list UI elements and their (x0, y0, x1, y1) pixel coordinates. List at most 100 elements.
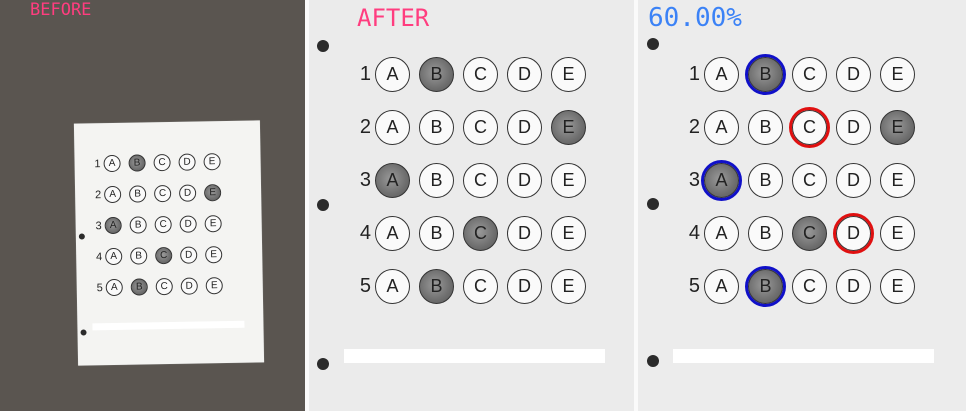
redacted-footer (344, 349, 605, 363)
bubble-a: A (704, 57, 739, 92)
question-row: 4ABCDE (353, 216, 586, 251)
bubble-b: B (419, 163, 454, 198)
bubble-c: C (792, 216, 827, 251)
bubble-b: B (748, 216, 783, 251)
bubble-c: C (463, 216, 498, 251)
question-number: 5 (688, 275, 700, 297)
bubble-b: B (129, 216, 147, 234)
question-number: 1 (94, 157, 101, 170)
bubble-d: D (180, 277, 198, 295)
bubble-e: E (205, 277, 223, 295)
punch-hole (317, 40, 329, 52)
question-number: 1 (359, 63, 371, 85)
bubble-a: A (704, 269, 739, 304)
bubble-d: D (178, 153, 196, 171)
bubble-e: E (880, 163, 915, 198)
after-label: AFTER (357, 4, 430, 32)
bubble-c: C (155, 277, 173, 296)
bubble-e: E (203, 153, 221, 171)
question-number: 4 (688, 222, 700, 244)
bubble-d: D (836, 269, 871, 304)
question-row: 1ABCDE (682, 54, 915, 95)
bubble-c: C (463, 57, 498, 92)
bubble-e: E (551, 269, 586, 304)
bubble-c: C (153, 184, 172, 203)
score-label: 60.00% (648, 3, 742, 33)
question-row: 5ABCDE (91, 277, 223, 297)
question-row: 3ABCDE (90, 215, 222, 235)
bubble-e: E (880, 216, 915, 251)
bubble-b: B (748, 110, 783, 145)
question-row: 2ABCDE (682, 107, 915, 148)
punch-hole (317, 199, 329, 211)
bubble-b: B (128, 185, 147, 203)
missed-answer-mark (833, 213, 874, 254)
bubble-c: C (792, 57, 827, 92)
bubble-a: A (375, 57, 410, 92)
bubble-d: D (507, 216, 542, 251)
punch-hole (647, 198, 659, 210)
bubble-b: B (130, 247, 148, 265)
redacted-footer (92, 320, 245, 331)
question-row: 5ABCDE (682, 266, 915, 307)
after-panel: AFTER 1ABCDE2ABCDE3ABCDE4ABCDE5ABCDE (309, 0, 634, 411)
punch-hole (647, 38, 659, 50)
question-number: 3 (688, 169, 700, 191)
question-number: 2 (688, 116, 700, 138)
question-number: 3 (95, 219, 102, 232)
bubble-e: E (205, 246, 223, 264)
bubble-d: D (507, 110, 542, 145)
bubble-b: B (419, 269, 454, 304)
bubble-a: A (375, 110, 410, 145)
bubble-c: C (154, 215, 172, 234)
bubble-c: C (792, 163, 827, 198)
bubble-e: E (204, 215, 222, 233)
bubble-e: E (551, 57, 586, 92)
bubble-e: E (880, 110, 915, 145)
original-answer-sheet-photo: 1ABCDE2ABCDE3ABCDE4ABCDE5ABCDE (73, 120, 265, 366)
question-row: 1ABCDE (353, 57, 586, 92)
bubble-c: C (463, 163, 498, 198)
question-row: 4ABCDE (682, 213, 915, 254)
bubble-e: E (880, 269, 915, 304)
before-label: BEFORE (30, 0, 92, 20)
redacted-footer (673, 349, 934, 363)
bubble-b: B (419, 57, 454, 92)
bubble-b: B (130, 278, 148, 296)
bubble-e: E (551, 216, 586, 251)
bubble-a: A (704, 110, 739, 145)
bubble-d: D (836, 110, 871, 145)
bubble-d: D (179, 215, 197, 233)
bubble-b: B (419, 216, 454, 251)
omr-comparison-view: BEFORE 1ABCDE2ABCDE3ABCDE4ABCDE5ABCDE AF… (0, 0, 966, 411)
bubble-d: D (180, 246, 198, 264)
bubble-d: D (507, 269, 542, 304)
before-panel: BEFORE 1ABCDE2ABCDE3ABCDE4ABCDE5ABCDE (0, 0, 305, 411)
question-row: 5ABCDE (353, 269, 586, 304)
question-row: 1ABCDE (88, 153, 221, 173)
question-number: 5 (96, 281, 103, 294)
bubble-e: E (551, 163, 586, 198)
bubble-e: E (203, 184, 222, 202)
correct-answer-mark (745, 54, 786, 95)
bubble-b: B (748, 163, 783, 198)
question-row: 3ABCDE (353, 163, 586, 198)
correct-answer-mark (701, 160, 742, 201)
bubble-d: D (836, 163, 871, 198)
bubble-c: C (153, 153, 171, 172)
question-row: 3ABCDE (682, 160, 915, 201)
bubble-c: C (792, 269, 827, 304)
punch-hole (317, 358, 329, 370)
bubble-a: A (105, 247, 123, 266)
bubble-e: E (551, 110, 586, 145)
graded-panel: 60.00% 1ABCDE2ABCDE3ABCDE4ABCDE5ABCDE (638, 0, 966, 411)
question-number: 1 (688, 63, 700, 85)
bubble-c: C (463, 269, 498, 304)
bubble-c: C (155, 246, 173, 265)
bubble-d: D (507, 163, 542, 198)
punch-hole (647, 355, 659, 367)
bubble-a: A (104, 216, 122, 235)
bubble-a: A (103, 154, 121, 173)
question-row: 4ABCDE (90, 246, 223, 266)
bubble-d: D (178, 184, 197, 202)
